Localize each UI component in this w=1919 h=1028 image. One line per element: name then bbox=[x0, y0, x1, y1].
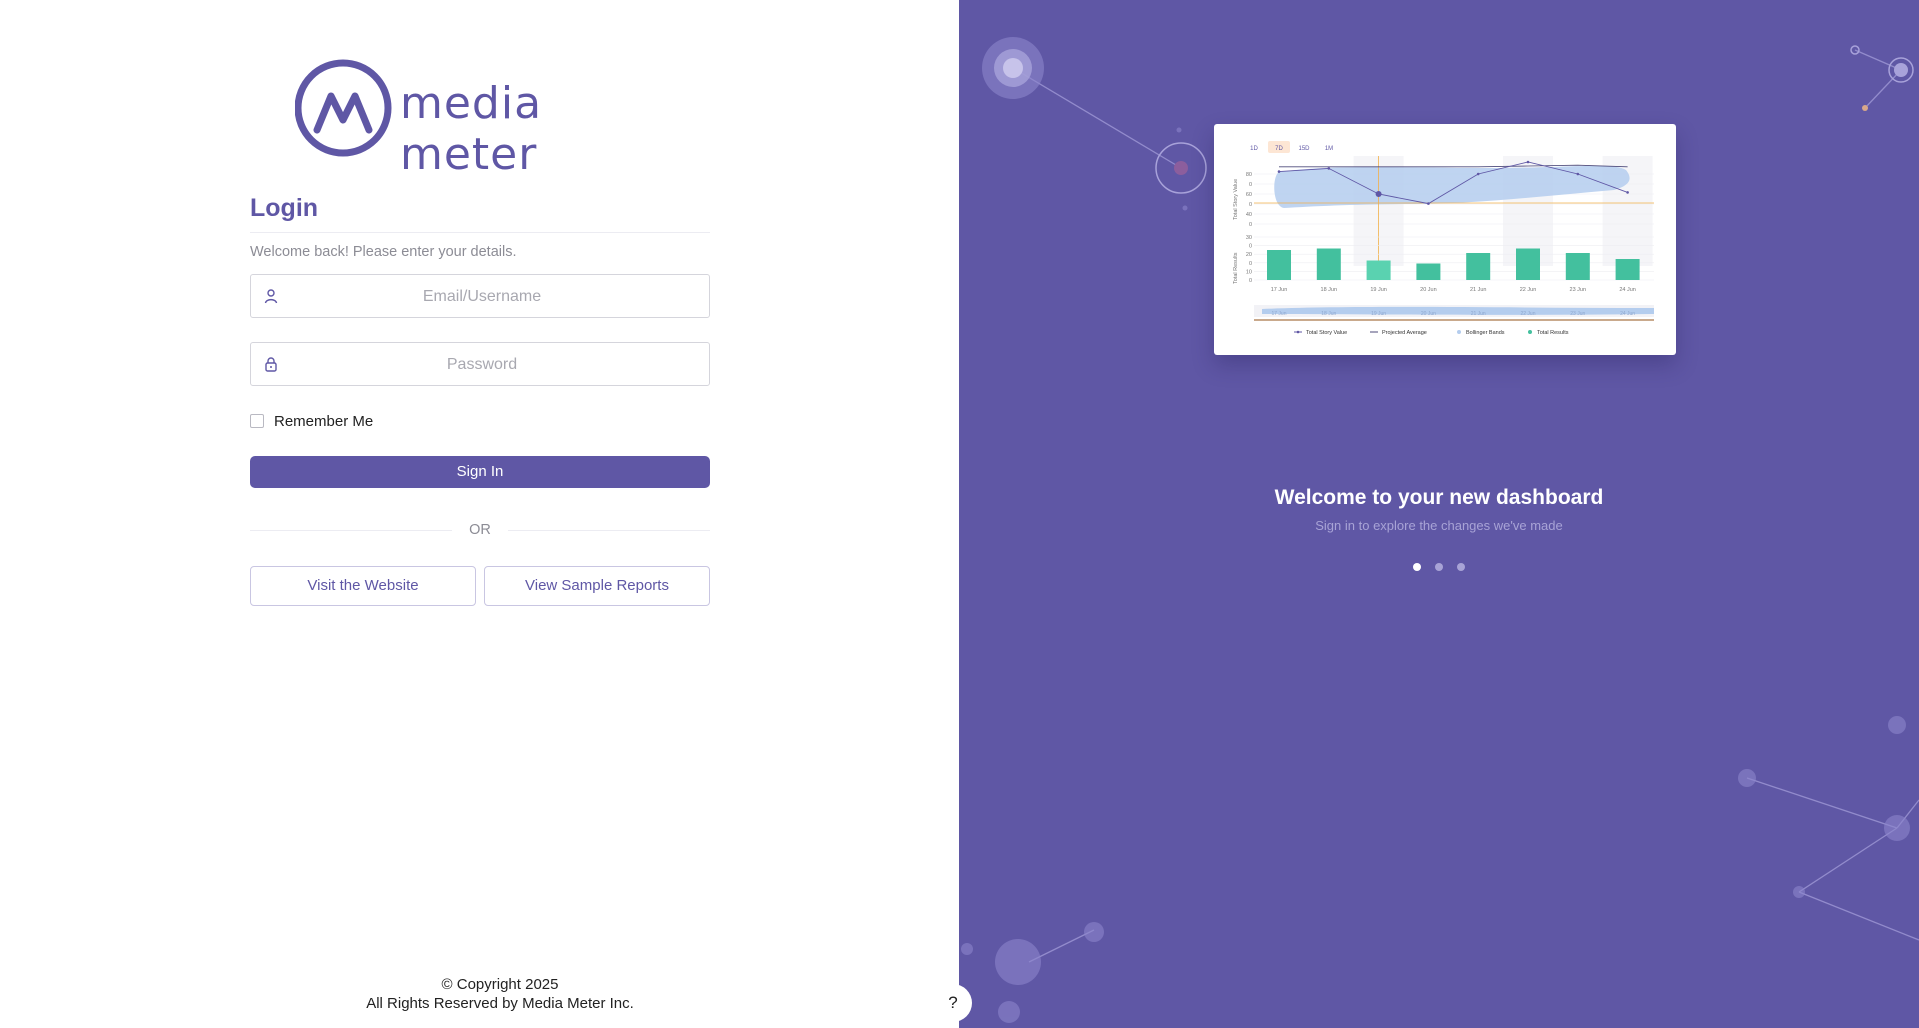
x-tick-label: 21 Jun bbox=[1470, 287, 1487, 293]
bollinger-band bbox=[1274, 165, 1630, 208]
footer: © Copyright 2025 All Rights Reserved by … bbox=[300, 975, 700, 1013]
promo-title: Welcome to your new dashboard bbox=[1274, 486, 1604, 509]
y-tick-label: 0 bbox=[1249, 182, 1252, 188]
logo-text: media meter bbox=[400, 78, 543, 180]
carousel-dot[interactable] bbox=[1435, 563, 1443, 571]
visit-website-button[interactable]: Visit the Website bbox=[250, 566, 476, 606]
navigator-tick-label: 17 Jun bbox=[1271, 311, 1286, 317]
promo-subtitle: Sign in to explore the changes we've mad… bbox=[1315, 518, 1563, 533]
y-tick-label: 30 bbox=[1246, 235, 1252, 241]
story-value-point bbox=[1327, 167, 1331, 170]
y-axis-label: Total Story Value bbox=[1233, 179, 1239, 220]
dashboard-preview-chart: 1D 7D 15D 1M 80 0 60 0 40 0 Total Story Value 30 0 20… bbox=[1233, 141, 1654, 336]
x-tick-label: 24 Jun bbox=[1619, 287, 1636, 293]
results-bar bbox=[1615, 259, 1640, 280]
range-tab-1M: 1M bbox=[1325, 146, 1333, 152]
story-value-point bbox=[1526, 160, 1530, 164]
carousel-dot[interactable] bbox=[1413, 563, 1421, 571]
x-tick-label: 20 Jun bbox=[1420, 287, 1437, 293]
logo-mark-icon bbox=[294, 59, 392, 157]
promo-panel: 1D 7D 15D 1M 80 0 60 0 40 0 Total Story Value 30 0 20… bbox=[959, 0, 1919, 1028]
remember-me-row: Remember Me bbox=[250, 412, 710, 430]
login-form: Login Welcome back! Please enter your de… bbox=[250, 190, 713, 606]
x-tick-label: 19 Jun bbox=[1370, 287, 1387, 293]
dashboard-preview-card: 1D 7D 15D 1M 80 0 60 0 40 0 Total Story Value 30 0 20… bbox=[1214, 124, 1676, 355]
results-bar bbox=[1267, 250, 1291, 280]
legend-swatch bbox=[1457, 330, 1461, 334]
remember-me-label[interactable]: Remember Me bbox=[274, 413, 373, 430]
x-tick-label: 17 Jun bbox=[1271, 287, 1288, 293]
y-tick-label: 0 bbox=[1249, 222, 1252, 228]
copyright-text: © Copyright 2025 bbox=[441, 976, 559, 993]
login-title: Login bbox=[250, 194, 319, 222]
help-button[interactable]: ? bbox=[934, 984, 972, 1022]
y-tick-label: 60 bbox=[1246, 192, 1252, 198]
sign-in-button[interactable]: Sign In bbox=[250, 456, 710, 488]
results-bar bbox=[1366, 260, 1391, 280]
legend-label: Bollinger Bands bbox=[1466, 330, 1505, 336]
or-label: OR bbox=[469, 522, 491, 538]
y-axis-label: Total Results bbox=[1233, 252, 1239, 284]
results-bar bbox=[1565, 253, 1590, 280]
range-tab-1D: 1D bbox=[1250, 146, 1258, 152]
rights-text: All Rights Reserved by Media Meter Inc. bbox=[366, 995, 634, 1012]
x-tick-label: 22 Jun bbox=[1520, 287, 1537, 293]
results-bar bbox=[1316, 248, 1341, 280]
y-tick-label: 0 bbox=[1249, 244, 1252, 250]
results-bar bbox=[1416, 263, 1441, 280]
media-meter-logo: media meter bbox=[294, 58, 675, 180]
legend-label: Projected Average bbox=[1382, 330, 1427, 336]
y-tick-label: 20 bbox=[1246, 252, 1252, 258]
story-value-point bbox=[1427, 202, 1430, 205]
legend-swatch bbox=[1296, 330, 1300, 334]
legend-label: Total Story Value bbox=[1306, 330, 1347, 336]
y-tick-label: 0 bbox=[1249, 261, 1252, 267]
navigator-tick-label: 24 Jun bbox=[1620, 311, 1635, 317]
y-tick-label: 80 bbox=[1246, 172, 1252, 178]
view-sample-reports-button[interactable]: View Sample Reports bbox=[484, 566, 710, 606]
x-tick-label: 23 Jun bbox=[1570, 287, 1587, 293]
y-tick-label: 10 bbox=[1246, 269, 1252, 275]
or-separator: OR bbox=[250, 522, 710, 538]
secondary-actions: Visit the Website View Sample Reports bbox=[250, 566, 710, 606]
story-value-point bbox=[1476, 172, 1480, 176]
remember-me-checkbox[interactable] bbox=[250, 414, 264, 428]
range-tab-15D: 15D bbox=[1298, 146, 1310, 152]
password-field bbox=[250, 342, 713, 387]
email-input[interactable] bbox=[251, 275, 713, 319]
navigator-tick-label: 18 Jun bbox=[1321, 311, 1336, 317]
x-tick-label: 18 Jun bbox=[1321, 287, 1338, 293]
navigator-tick-label: 20 Jun bbox=[1421, 311, 1436, 317]
legend-swatch bbox=[1528, 330, 1532, 334]
password-input[interactable] bbox=[251, 343, 713, 387]
carousel-dot[interactable] bbox=[1457, 563, 1465, 571]
story-value-point bbox=[1375, 191, 1382, 197]
y-tick-label: 40 bbox=[1246, 212, 1252, 218]
results-bar bbox=[1466, 253, 1491, 280]
range-tab-7D: 7D bbox=[1275, 146, 1283, 152]
navigator-scrollbar bbox=[1254, 319, 1654, 321]
legend-label: Total Results bbox=[1537, 330, 1569, 336]
navigator-tick-label: 23 Jun bbox=[1570, 311, 1585, 317]
login-subtitle: Welcome back! Please enter your details. bbox=[250, 244, 517, 260]
story-value-point bbox=[1277, 170, 1281, 173]
login-panel: media meter Login Welcome back! Please e… bbox=[0, 0, 959, 1028]
story-value-point bbox=[1626, 191, 1629, 194]
story-value-point bbox=[1576, 172, 1580, 176]
navigator-tick-label: 22 Jun bbox=[1520, 311, 1535, 317]
results-bar bbox=[1516, 248, 1540, 280]
navigator-tick-label: 19 Jun bbox=[1371, 311, 1386, 317]
divider bbox=[250, 232, 710, 233]
carousel-dots bbox=[959, 563, 1919, 571]
y-tick-label: 0 bbox=[1249, 278, 1252, 284]
email-field bbox=[250, 274, 713, 319]
navigator-tick-label: 21 Jun bbox=[1471, 311, 1486, 317]
y-tick-label: 0 bbox=[1249, 202, 1252, 208]
